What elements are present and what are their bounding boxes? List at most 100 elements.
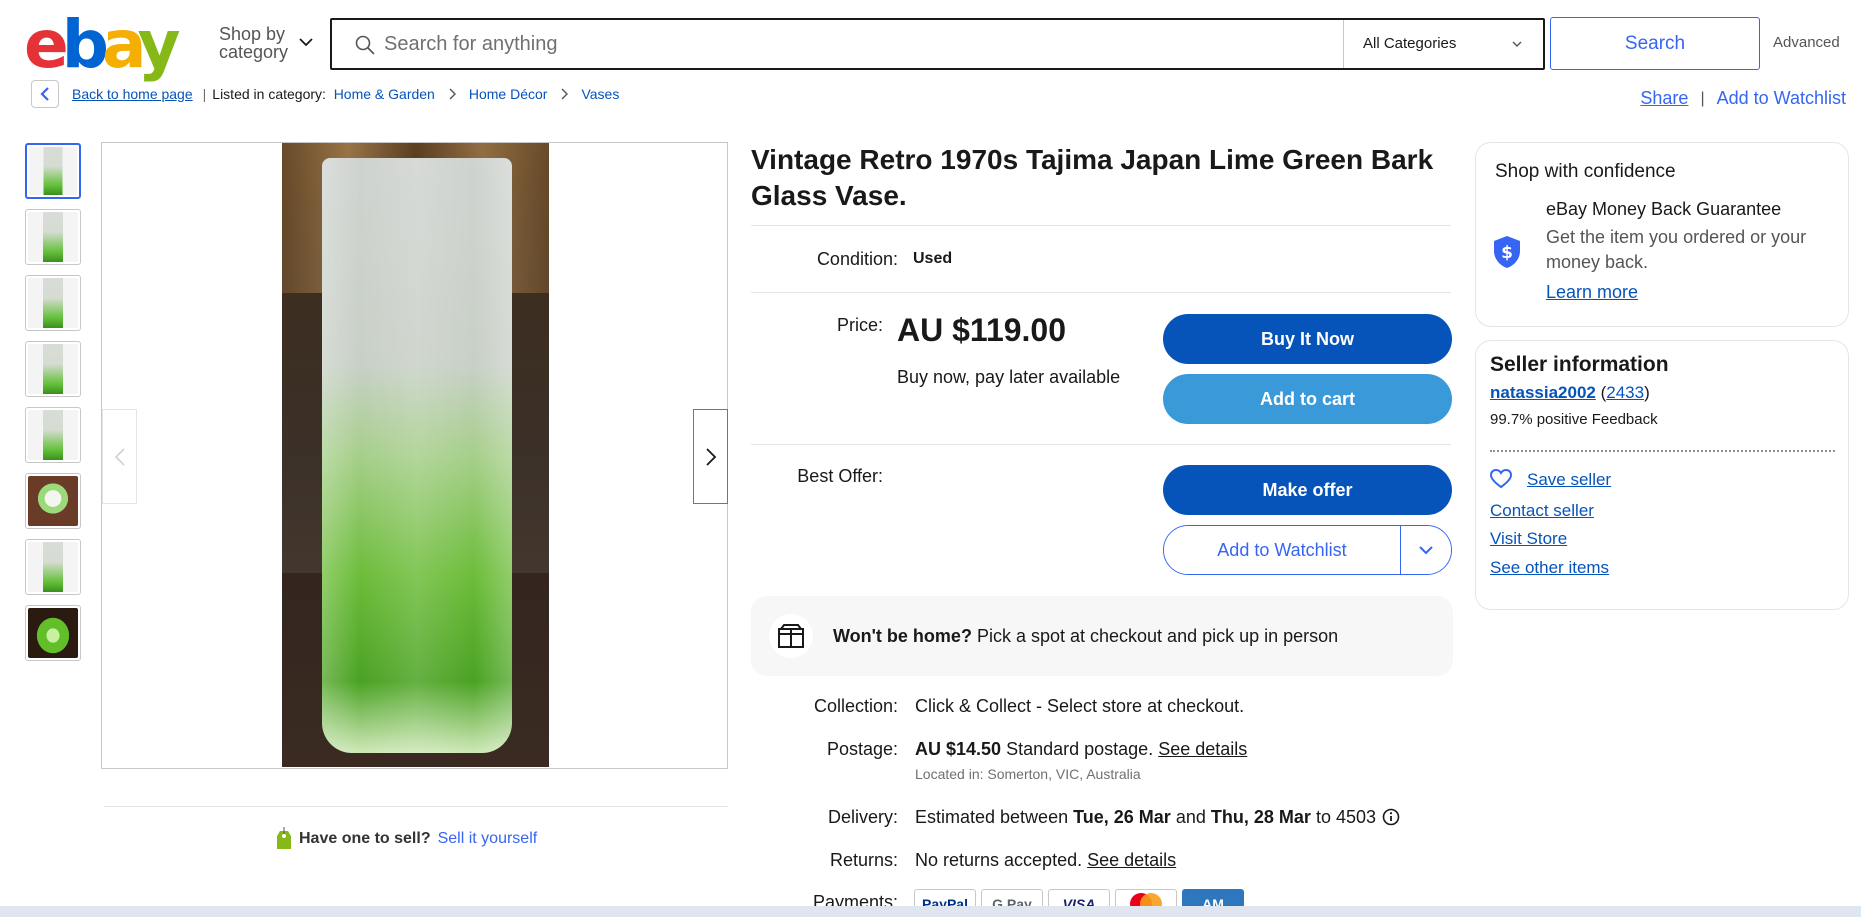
sell-prompt: Have one to sell? Sell it yourself [276, 827, 537, 851]
svg-text:$: $ [1501, 243, 1513, 263]
chevron-left-icon [114, 447, 125, 466]
returns-see-details-link[interactable]: See details [1087, 850, 1176, 870]
returns-label: Returns: [829, 850, 898, 870]
browser-status-bar [0, 906, 1861, 917]
see-other-items-link[interactable]: See other items [1490, 558, 1609, 578]
chevron-left-icon [40, 87, 49, 101]
search-input[interactable] [384, 20, 1384, 68]
item-location: Located in: Somerton, VIC, Australia [915, 766, 1141, 782]
thumbnail-6[interactable] [25, 473, 81, 529]
collection-label: Collection: [813, 696, 898, 716]
divider [104, 806, 728, 807]
breadcrumb-vases[interactable]: Vases [581, 86, 619, 102]
add-to-cart-button[interactable]: Add to cart [1163, 374, 1452, 424]
price-label: Price: [836, 315, 883, 335]
postage-label: Postage: [826, 739, 898, 759]
listing-title: Vintage Retro 1970s Tajima Japan Lime Gr… [751, 144, 1434, 211]
share-watch-row: Share | Add to Watchlist [1640, 88, 1846, 109]
vase-image [322, 158, 512, 753]
thumbnail-7[interactable] [25, 539, 81, 595]
condition-value: Used [913, 250, 953, 267]
chevron-right-icon [449, 88, 456, 100]
thumbnail-3[interactable] [25, 275, 81, 331]
ebay-logo[interactable]: ebay [24, 12, 181, 78]
info-icon[interactable] [1382, 808, 1400, 826]
divider [751, 292, 1451, 293]
breadcrumb-home-decor[interactable]: Home Décor [469, 86, 548, 102]
advanced-search-link[interactable]: Advanced [1773, 34, 1840, 51]
collection-value: Click & Collect - Select store at checko… [915, 696, 1245, 716]
thumbnail-1[interactable] [25, 143, 81, 199]
search-icon [355, 35, 375, 55]
breadcrumb: Back to home page | Listed in category: … [72, 86, 619, 102]
package-icon [769, 614, 813, 658]
delivery-label: Delivery: [827, 807, 898, 827]
watchlist-button-group: Add to Watchlist [1163, 525, 1452, 575]
divider [751, 225, 1451, 226]
sell-it-yourself-link[interactable]: Sell it yourself [438, 830, 538, 848]
learn-more-link[interactable]: Learn more [1546, 282, 1638, 303]
visit-store-link[interactable]: Visit Store [1490, 529, 1567, 549]
returns-value: No returns accepted. See details [915, 850, 1177, 870]
shop-with-confidence-box: Shop with confidence $ eBay Money Back G… [1475, 142, 1849, 327]
thumbnail-8[interactable] [25, 605, 81, 661]
condition-label: Condition: [816, 249, 898, 269]
money-back-guarantee-description: Get the item you ordered or your money b… [1546, 227, 1807, 272]
pickup-banner: Won't be home? Pick a spot at checkout a… [751, 596, 1453, 676]
thumbnail-strip [25, 143, 81, 671]
chevron-down-icon [299, 38, 313, 47]
category-select[interactable]: All Categories [1343, 20, 1543, 68]
seller-info-title: Seller information [1490, 353, 1669, 376]
pickup-text: Won't be home? Pick a spot at checkout a… [833, 625, 1339, 646]
main-image-viewer [101, 142, 728, 769]
thumbnail-2[interactable] [25, 209, 81, 265]
breadcrumb-separator: | [202, 86, 207, 102]
save-seller-link[interactable]: Save seller [1527, 470, 1611, 490]
chevron-down-icon [1419, 546, 1433, 555]
thumbnail-5[interactable] [25, 407, 81, 463]
product-photo[interactable] [282, 143, 549, 767]
positive-feedback: 99.7% positive Feedback [1490, 411, 1658, 428]
category-label: category [219, 42, 289, 62]
next-image-button[interactable] [693, 409, 728, 504]
postage-see-details-link[interactable]: See details [1158, 739, 1247, 759]
chevron-right-icon [561, 88, 569, 100]
share-separator: | [1700, 89, 1705, 107]
shop-by-label: Shop by [219, 24, 286, 44]
previous-image-button[interactable] [102, 409, 137, 504]
breadcrumb-home-garden[interactable]: Home & Garden [334, 86, 435, 102]
pay-later-text: Buy now, pay later available [897, 367, 1121, 387]
feedback-count-link[interactable]: 2433 [1606, 383, 1644, 402]
delivery-value: Estimated between Tue, 26 Mar and Thu, 2… [915, 807, 1400, 828]
chevron-right-icon [705, 447, 716, 466]
back-to-home-link[interactable]: Back to home page [72, 86, 193, 102]
divider [751, 444, 1451, 445]
chevron-down-icon [1512, 41, 1522, 47]
search-bar: All Categories [330, 18, 1545, 70]
postage-value: AU $14.50 Standard postage. See details [915, 739, 1248, 759]
search-button[interactable]: Search [1550, 17, 1760, 70]
seller-name-link[interactable]: natassia2002 [1490, 383, 1596, 402]
money-back-guarantee-title: eBay Money Back Guarantee [1546, 199, 1782, 219]
add-to-watchlist-button[interactable]: Add to Watchlist [1164, 526, 1401, 574]
shop-by-category-button[interactable]: Shop by category [219, 24, 313, 62]
divider [1490, 450, 1835, 452]
price-tag-icon [277, 827, 291, 849]
back-button[interactable] [31, 80, 59, 108]
listed-in-label: Listed in category: [212, 86, 326, 102]
confidence-title: Shop with confidence [1495, 161, 1676, 182]
heart-icon[interactable] [1490, 469, 1512, 489]
thumbnail-4[interactable] [25, 341, 81, 397]
contact-seller-link[interactable]: Contact seller [1490, 501, 1594, 521]
watchlist-dropdown-button[interactable] [1401, 526, 1451, 574]
price-value: AU $119.00 [897, 312, 1067, 348]
seller-name-row: natassia2002 (2433) [1490, 383, 1650, 402]
category-select-value: All Categories [1363, 35, 1457, 52]
make-offer-button[interactable]: Make offer [1163, 465, 1452, 515]
buy-it-now-button[interactable]: Buy It Now [1163, 314, 1452, 364]
share-link[interactable]: Share [1640, 88, 1688, 109]
add-to-watchlist-link[interactable]: Add to Watchlist [1717, 88, 1846, 109]
have-one-to-sell-label: Have one to sell? [299, 830, 431, 847]
best-offer-label: Best Offer: [797, 466, 883, 486]
seller-information-box: Seller information natassia2002 (2433) 9… [1475, 340, 1849, 610]
